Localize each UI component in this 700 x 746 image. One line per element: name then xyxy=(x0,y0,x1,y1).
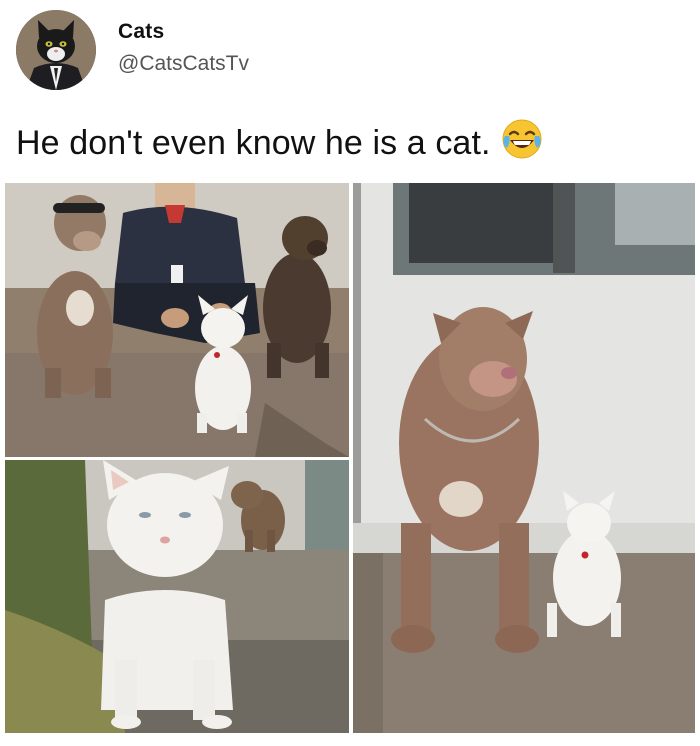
cat-avatar-icon xyxy=(16,10,96,90)
media-grid xyxy=(5,183,695,733)
avatar[interactable] xyxy=(16,10,96,90)
tweet-header: Cats @CatsCatsTv xyxy=(14,10,686,92)
display-name[interactable]: Cats xyxy=(118,20,164,44)
user-handle[interactable]: @CatsCatsTv xyxy=(118,52,249,76)
face-with-tears-of-joy-icon xyxy=(501,118,543,169)
tweet-text-row: He don't even know he is a cat. xyxy=(16,118,543,169)
photo-dog-and-cat[interactable] xyxy=(353,183,695,733)
photo-dogs-man-cat[interactable] xyxy=(5,183,349,457)
photo-cat-closeup[interactable] xyxy=(5,460,349,733)
tweet-text: He don't even know he is a cat. xyxy=(16,124,491,162)
